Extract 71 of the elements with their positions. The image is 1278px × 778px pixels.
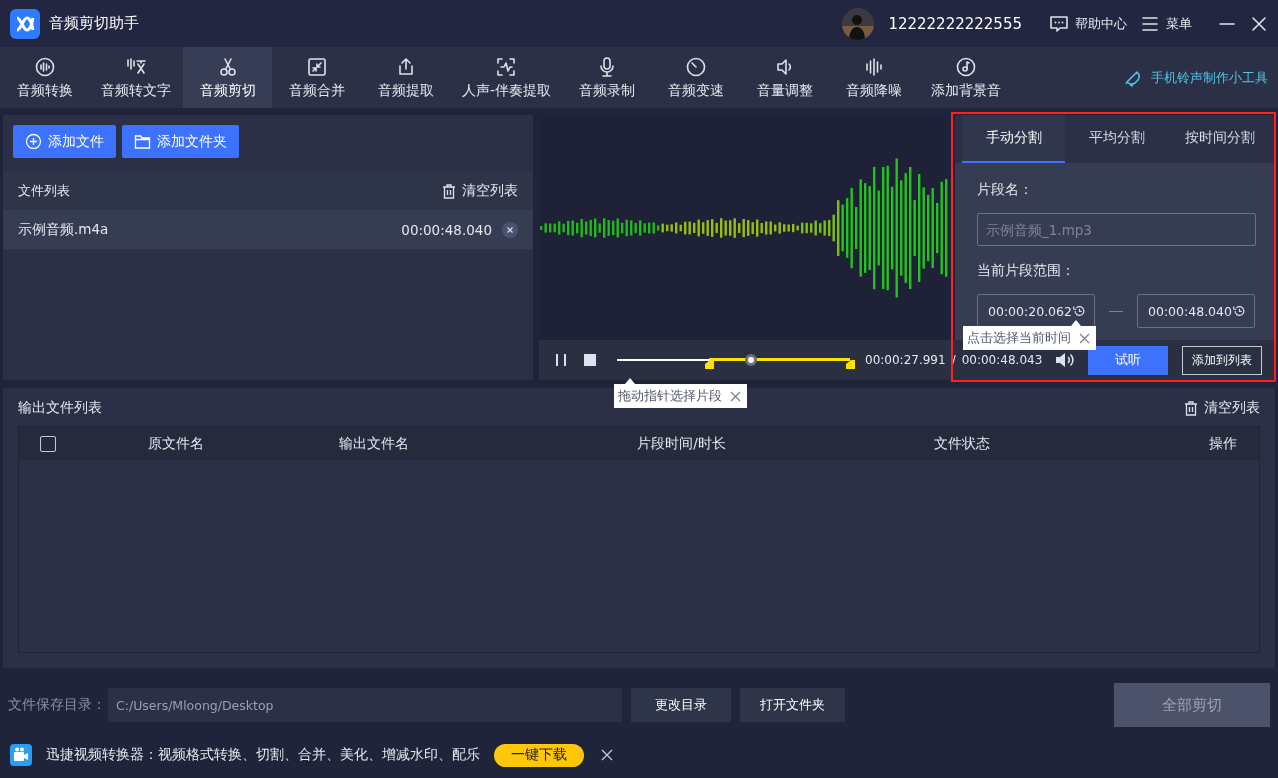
tool-tab[interactable]: 音频转文字 <box>89 47 183 108</box>
add-button[interactable]: 添加文件夹 <box>122 125 239 158</box>
playhead-thumb[interactable] <box>744 354 757 366</box>
folder-icon <box>134 133 151 150</box>
preview-button[interactable]: 试听 <box>1088 345 1169 375</box>
ringtone-link[interactable]: 手机铃声制作小工具 <box>1123 66 1268 89</box>
time-field[interactable]: 00:00:48.040 <box>1137 294 1255 328</box>
tool-tab[interactable]: 音频提取 <box>361 47 450 108</box>
column-header: 操作 <box>1208 434 1238 453</box>
music-disc-icon <box>954 55 977 78</box>
compress-arrows-icon <box>305 55 328 78</box>
tool-tab[interactable]: 音频变速 <box>651 47 741 108</box>
list-title: 文件列表 <box>18 182 70 200</box>
split-tab[interactable]: 手动分割 <box>962 115 1065 163</box>
trash-icon <box>1183 399 1199 417</box>
tool-tab[interactable]: 音量调整 <box>740 47 830 108</box>
add-to-list-button[interactable]: 添加到列表 <box>1182 345 1263 375</box>
close-icon[interactable] <box>1250 14 1268 33</box>
voice-scan-icon <box>495 55 518 78</box>
tool-tab[interactable]: 添加背景音 <box>918 47 1013 108</box>
range-marker[interactable] <box>846 360 855 369</box>
tool-tab[interactable]: 音频剪切 <box>183 47 272 108</box>
column-header: 原文件名 <box>146 434 205 453</box>
app-logo <box>10 8 40 39</box>
save-path-field[interactable]: C:/Users/Mloong/Desktop <box>108 688 622 722</box>
column-header: 文件状态 <box>933 434 991 453</box>
folder-button[interactable]: 更改目录 <box>631 688 731 722</box>
history-icon[interactable] <box>1072 303 1086 319</box>
speedometer-icon <box>685 55 708 78</box>
app-title: 音频剪切助手 <box>49 14 139 33</box>
column-header: 输出文件名 <box>338 434 410 453</box>
current-time: 00:00:27.991 <box>865 353 946 367</box>
tool-tab[interactable]: 音频降噪 <box>829 47 919 108</box>
select-all-checkbox[interactable] <box>40 435 56 452</box>
user-id: 12222222222555 <box>888 14 1022 33</box>
pause-icon[interactable] <box>554 353 568 367</box>
plus-circle-icon <box>25 133 42 150</box>
clear-list-button[interactable]: 清空列表 <box>441 182 518 200</box>
tooltip-pointer <box>625 378 635 384</box>
close-icon[interactable] <box>601 749 613 761</box>
segment-name-field[interactable]: 示例音频_1.mp3 <box>977 213 1256 246</box>
video-camera-icon <box>10 744 32 766</box>
clear-list-button[interactable]: 清空列表 <box>1183 399 1260 417</box>
tooltip-pointer <box>1071 320 1081 326</box>
sound-wave-icon <box>33 55 56 78</box>
avatar <box>842 7 875 40</box>
history-icon[interactable] <box>1232 303 1246 319</box>
file-name: 示例音频.m4a <box>18 220 109 239</box>
save-folder-label: 文件保存目录： <box>8 696 106 714</box>
tool-tab[interactable]: 人声-伴奏提取 <box>450 47 563 108</box>
field-label: 片段名： <box>977 181 1034 199</box>
menu-button[interactable]: 菜单 <box>1139 12 1192 35</box>
column-header: 片段时间/时长 <box>636 434 727 453</box>
trash-icon <box>441 182 457 200</box>
field-label: 当前片段范围： <box>977 262 1076 280</box>
volume-icon[interactable] <box>1054 350 1077 370</box>
remove-icon[interactable] <box>502 221 518 238</box>
tool-tab[interactable]: 音频录制 <box>562 47 652 108</box>
split-tab[interactable]: 平均分割 <box>1065 115 1168 163</box>
file-row[interactable]: 示例音频.m4a 00:00:48.040 <box>3 210 533 249</box>
tool-tab[interactable]: 音频转换 <box>0 47 89 108</box>
add-button[interactable]: 添加文件 <box>13 125 116 158</box>
split-tab[interactable]: 按时间分割 <box>1168 115 1271 163</box>
promo-text: 迅捷视频转换器：视频格式转换、切割、合并、美化、增减水印、配乐 <box>46 746 480 764</box>
total-time: 00:00:48.043 <box>961 353 1043 367</box>
file-duration: 00:00:48.040 <box>401 221 492 238</box>
output-title: 输出文件列表 <box>18 399 102 417</box>
tool-tab[interactable]: 音频合并 <box>272 47 361 108</box>
download-button[interactable]: 一键下载 <box>494 743 584 767</box>
help-link[interactable]: 帮助中心 <box>1048 12 1127 35</box>
folder-button[interactable]: 打开文件夹 <box>740 688 845 722</box>
